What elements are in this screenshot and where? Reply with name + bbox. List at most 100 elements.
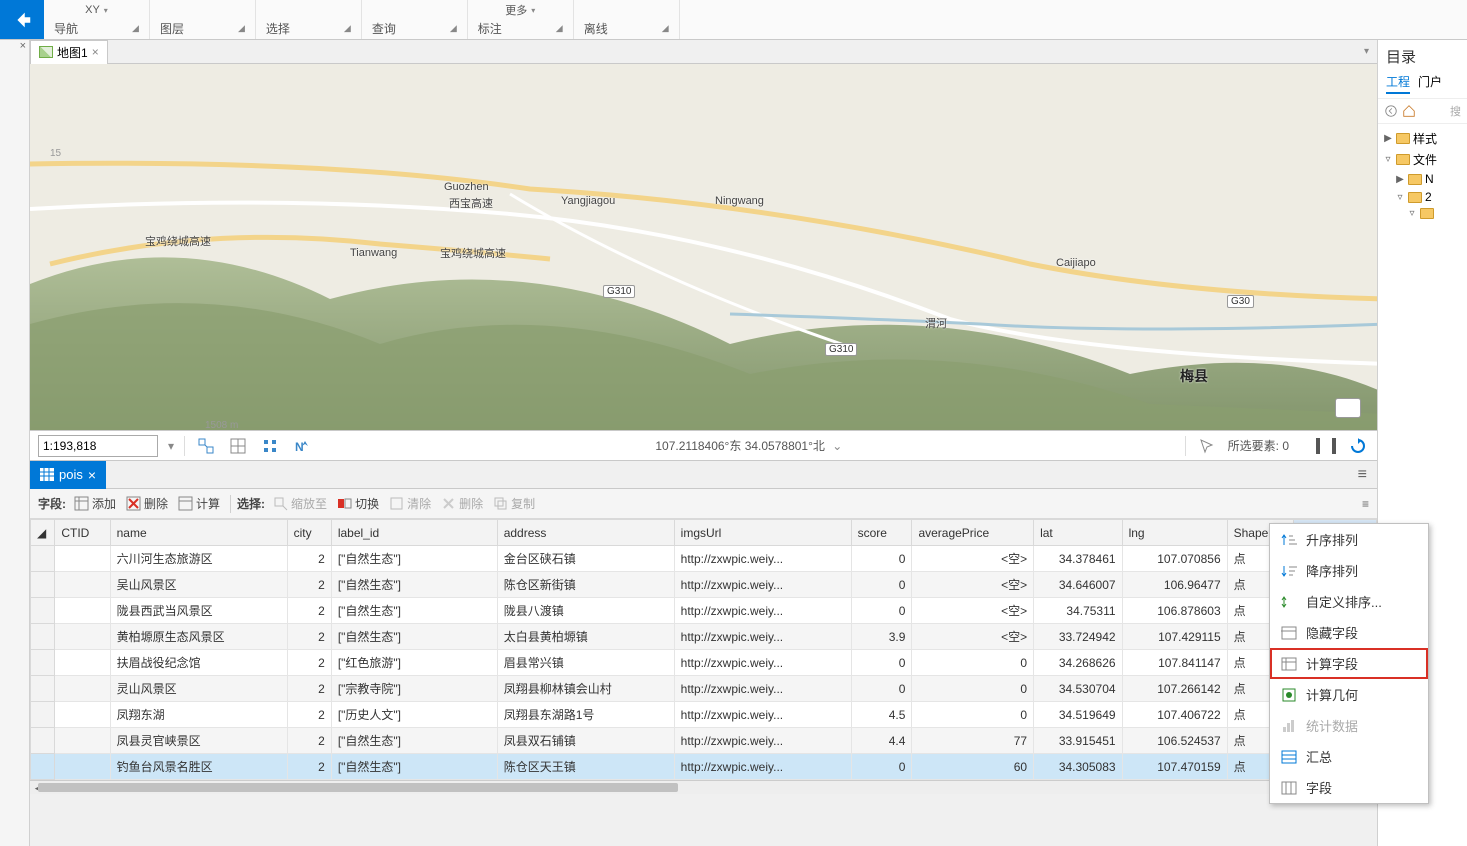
- back-icon[interactable]: [1384, 104, 1398, 118]
- grid-icon[interactable]: [227, 435, 249, 457]
- column-header[interactable]: lng: [1122, 520, 1227, 546]
- tree-item[interactable]: ▿: [1380, 206, 1465, 221]
- column-header[interactable]: label_id: [331, 520, 497, 546]
- back-button[interactable]: [0, 0, 44, 39]
- ctx-sort-custom[interactable]: 自定义排序...: [1270, 586, 1428, 617]
- column-header[interactable]: name: [110, 520, 287, 546]
- ribbon-group: 查询◢: [362, 0, 468, 39]
- menu-icon[interactable]: ≡: [1362, 497, 1369, 511]
- dialog-launcher-icon[interactable]: ◢: [662, 23, 669, 34]
- map-label: Caijiapo: [1056, 257, 1096, 269]
- select-tool-icon[interactable]: [1196, 435, 1218, 457]
- delete-selection-button[interactable]: 删除: [437, 493, 487, 514]
- selected-count: 所选要素: 0: [1228, 437, 1289, 454]
- ctx-stats: 统计数据: [1270, 710, 1428, 741]
- map-icon: [39, 46, 53, 58]
- map-label: Yangjiagou: [561, 195, 615, 207]
- ctx-summary[interactable]: 汇总: [1270, 741, 1428, 772]
- column-header[interactable]: address: [497, 520, 674, 546]
- correction-icon[interactable]: N: [291, 435, 313, 457]
- ctx-sort-desc[interactable]: 降序排列: [1270, 555, 1428, 586]
- ctx-fields[interactable]: 字段: [1270, 772, 1428, 803]
- catalog-tree[interactable]: ▶样式▿文件▶N▿2▿: [1378, 124, 1467, 225]
- road-tag: G310: [825, 343, 857, 356]
- snap-icon[interactable]: [195, 435, 217, 457]
- table-row[interactable]: 陇县西武当风景区 2 ["自然生态"] 陇县八渡镇 http://zxwpic.…: [31, 598, 1377, 624]
- table-row[interactable]: 凤县灵官峡景区 2 ["自然生态"] 凤县双石铺镇 http://zxwpic.…: [31, 728, 1377, 754]
- summary-icon: [1280, 749, 1298, 765]
- column-header[interactable]: imgsUrl: [674, 520, 851, 546]
- column-header[interactable]: score: [851, 520, 912, 546]
- constraint-icon[interactable]: [259, 435, 281, 457]
- calc-field-button[interactable]: 计算: [174, 493, 224, 514]
- tab-project[interactable]: 工程: [1386, 73, 1410, 94]
- tree-item[interactable]: ▶N: [1380, 170, 1465, 188]
- dialog-launcher-icon[interactable]: ◢: [238, 23, 245, 34]
- column-header[interactable]: averagePrice: [912, 520, 1034, 546]
- map-label: 宝鸡绕城高速: [440, 245, 506, 261]
- map-label: 宝鸡绕城高速: [145, 233, 211, 249]
- ribbon-group: 图层◢: [150, 0, 256, 39]
- map-label: 梅县: [1180, 366, 1208, 386]
- home-icon[interactable]: [1402, 104, 1416, 118]
- horizontal-scrollbar[interactable]: ◂ ▸: [30, 780, 1377, 794]
- coords-label: 107.2118406°东 34.0578801°北: [655, 439, 825, 453]
- ctx-geom[interactable]: 计算几何: [1270, 679, 1428, 710]
- elevation-label: 15: [50, 148, 61, 159]
- zoom-to-button[interactable]: 缩放至: [269, 493, 331, 514]
- close-icon[interactable]: ×: [88, 467, 96, 483]
- dialog-launcher-icon[interactable]: ◢: [344, 23, 351, 34]
- select-label: 选择:: [237, 495, 265, 512]
- ctx-calc[interactable]: 计算字段: [1270, 648, 1428, 679]
- toggle-button[interactable]: 切换: [333, 493, 383, 514]
- add-field-button[interactable]: 添加: [70, 493, 120, 514]
- table-toolbar: 字段: 添加 删除 计算 选择: 缩放至 切换 清除 删除 复制 ≡: [30, 489, 1377, 519]
- catalog-tabs[interactable]: 工程 门户: [1378, 73, 1467, 98]
- chevron-down-icon[interactable]: ⌄: [832, 439, 842, 453]
- tree-item[interactable]: ▿文件: [1380, 149, 1465, 170]
- ribbon-group: 离线◢: [574, 0, 680, 39]
- document-tabs: 地图1 × ▾: [30, 40, 1377, 64]
- dialog-launcher-icon[interactable]: ◢: [132, 23, 139, 34]
- menu-icon[interactable]: ≡: [1358, 466, 1377, 484]
- navigator-icon[interactable]: [1335, 398, 1361, 418]
- close-icon[interactable]: ×: [0, 40, 29, 56]
- column-header[interactable]: city: [287, 520, 331, 546]
- map-label: Tianwang: [350, 247, 397, 259]
- map-view[interactable]: Guozhen西宝高速YangjiagouNingwangTianwang宝鸡绕…: [30, 64, 1377, 431]
- map-label: 渭河: [925, 315, 947, 331]
- ctx-hide[interactable]: 隐藏字段: [1270, 617, 1428, 648]
- table-row[interactable]: 扶眉战役纪念馆 2 ["红色旅游"] 眉县常兴镇 http://zxwpic.w…: [31, 650, 1377, 676]
- copy-button[interactable]: 复制: [489, 493, 539, 514]
- scale-input[interactable]: [38, 435, 158, 457]
- tab-portal[interactable]: 门户: [1418, 73, 1442, 94]
- clear-button[interactable]: 清除: [385, 493, 435, 514]
- stats-icon: [1280, 718, 1298, 734]
- refresh-icon[interactable]: [1347, 435, 1369, 457]
- tree-item[interactable]: ▿2: [1380, 188, 1465, 206]
- field-label: 字段:: [38, 495, 66, 512]
- dropdown-icon[interactable]: ▾: [1364, 46, 1377, 57]
- map-tab[interactable]: 地图1 ×: [30, 40, 108, 64]
- attribute-table[interactable]: ◢CTIDnamecitylabel_idaddressimgsUrlscore…: [30, 519, 1377, 846]
- ribbon-group: XY▾ 导航◢: [44, 0, 150, 39]
- table-row[interactable]: 灵山风景区 2 ["宗教寺院"] 凤翔县柳林镇会山村 http://zxwpic…: [31, 676, 1377, 702]
- map-label: 西宝高速: [449, 195, 493, 211]
- table-row[interactable]: 黄柏塬原生态风景区 2 ["自然生态"] 太白县黄柏塬镇 http://zxwp…: [31, 624, 1377, 650]
- table-row[interactable]: 吴山风景区 2 ["自然生态"] 陈仓区新街镇 http://zxwpic.we…: [31, 572, 1377, 598]
- tree-item[interactable]: ▶样式: [1380, 128, 1465, 149]
- table-row[interactable]: 六川河生态旅游区 2 ["自然生态"] 金台区硖石镇 http://zxwpic…: [31, 546, 1377, 572]
- elevation-label: 1508 m: [205, 420, 238, 431]
- row-header[interactable]: ◢: [31, 520, 55, 546]
- table-row[interactable]: 凤翔东湖 2 ["历史人文"] 凤翔县东湖路1号 http://zxwpic.w…: [31, 702, 1377, 728]
- column-header[interactable]: lat: [1034, 520, 1122, 546]
- column-header[interactable]: CTID: [55, 520, 110, 546]
- dialog-launcher-icon[interactable]: ◢: [450, 23, 457, 34]
- table-row[interactable]: 钓鱼台风景名胜区 2 ["自然生态"] 陈仓区天王镇 http://zxwpic…: [31, 754, 1377, 780]
- close-icon[interactable]: ×: [92, 45, 99, 59]
- delete-field-button[interactable]: 删除: [122, 493, 172, 514]
- table-tab[interactable]: pois ×: [30, 461, 106, 489]
- dialog-launcher-icon[interactable]: ◢: [556, 23, 563, 34]
- search-input[interactable]: 搜: [1450, 103, 1461, 119]
- ctx-sort-asc[interactable]: 升序排列: [1270, 524, 1428, 555]
